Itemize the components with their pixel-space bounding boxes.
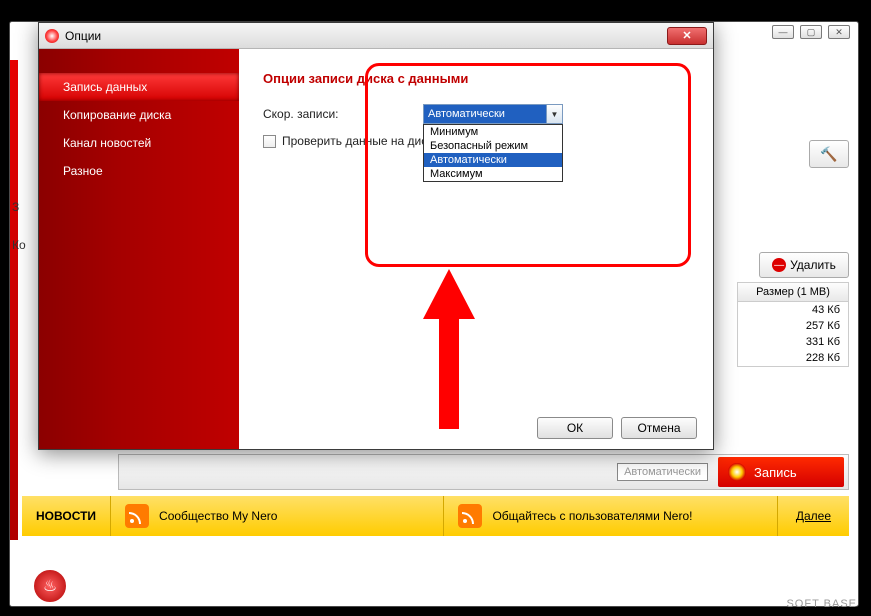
rss-icon xyxy=(458,504,482,528)
cancel-button[interactable]: Отмена xyxy=(621,417,697,439)
delete-button[interactable]: — Удалить xyxy=(759,252,849,278)
dialog-close-button[interactable]: ✕ xyxy=(667,27,707,45)
nav-item-copy-disc[interactable]: Копирование диска xyxy=(39,101,239,129)
speed-label: Скор. записи: xyxy=(263,107,423,121)
news-bar: НОВОСТИ Сообщество My Nero Общайтесь с п… xyxy=(22,496,849,536)
watermark: SOFT BASE xyxy=(786,598,857,610)
app-orb-icon[interactable]: ♨ xyxy=(32,568,68,604)
options-nav: Запись данных Копирование диска Канал но… xyxy=(39,49,239,449)
rss-icon xyxy=(125,504,149,528)
nav-item-news-channel[interactable]: Канал новостей xyxy=(39,129,239,157)
size-cell: 331 Кб xyxy=(738,334,848,350)
burn-button[interactable]: Запись xyxy=(718,457,844,487)
speed-readonly: Автоматически xyxy=(617,463,708,481)
speed-dropdown: Минимум Безопасный режим Автоматически М… xyxy=(423,124,563,182)
dialog-titlebar: Опции ✕ xyxy=(39,23,713,49)
tool-button[interactable]: 🔨 xyxy=(809,140,849,168)
truncated-label-2: Ко xyxy=(12,238,26,252)
news-item-2[interactable]: Общайтесь с пользователями Nero! xyxy=(444,504,776,528)
left-accent-strip xyxy=(10,60,18,540)
section-title: Опции записи диска с данными xyxy=(263,71,689,86)
news-text: Сообщество My Nero xyxy=(159,509,277,523)
maximize-button[interactable]: ▢ xyxy=(800,25,822,39)
burn-label: Запись xyxy=(754,465,797,480)
dropdown-option-auto[interactable]: Автоматически xyxy=(424,153,562,167)
minimize-button[interactable]: — xyxy=(772,25,794,39)
news-text: Общайтесь с пользователями Nero! xyxy=(492,509,692,523)
truncated-label-1: З xyxy=(12,200,19,214)
nav-item-data-burn[interactable]: Запись данных xyxy=(39,73,239,101)
annotation-arrow xyxy=(419,269,479,429)
speed-combobox[interactable]: Автоматически ▼ Минимум Безопасный режим… xyxy=(423,104,563,124)
size-cell: 257 Кб xyxy=(738,318,848,334)
dialog-app-icon xyxy=(45,29,59,43)
flame-icon: ♨ xyxy=(43,576,57,596)
chevron-down-icon[interactable]: ▼ xyxy=(546,105,562,123)
news-more-link[interactable]: Далее xyxy=(778,509,849,523)
burn-icon xyxy=(728,463,746,481)
news-item-1[interactable]: Сообщество My Nero xyxy=(111,504,443,528)
options-dialog: Опции ✕ Запись данных Копирование диска … xyxy=(38,22,714,450)
nav-item-misc[interactable]: Разное xyxy=(39,157,239,185)
delete-label: Удалить xyxy=(790,258,836,272)
remove-icon: — xyxy=(772,258,786,272)
size-header[interactable]: Размер (1 МВ) xyxy=(738,283,848,302)
dropdown-option-safe[interactable]: Безопасный режим xyxy=(424,139,562,153)
dropdown-option-max[interactable]: Максимум xyxy=(424,167,562,181)
hammer-icon: 🔨 xyxy=(820,146,837,163)
size-cell: 43 Кб xyxy=(738,302,848,318)
ok-button[interactable]: ОК xyxy=(537,417,613,439)
dialog-title: Опции xyxy=(65,29,661,43)
verify-label: Проверить данные на диске xyxy=(282,134,439,148)
size-cell: 228 Кб xyxy=(738,350,848,366)
dropdown-option-min[interactable]: Минимум xyxy=(424,125,562,139)
close-button[interactable]: ✕ xyxy=(828,25,850,39)
news-heading: НОВОСТИ xyxy=(22,509,110,523)
verify-checkbox[interactable] xyxy=(263,135,276,148)
size-column: Размер (1 МВ) 43 Кб 257 Кб 331 Кб 228 Кб xyxy=(737,282,849,367)
burn-toolbar: Автоматически Запись xyxy=(118,454,849,490)
speed-value: Автоматически xyxy=(424,105,546,123)
options-content: Опции записи диска с данными Скор. запис… xyxy=(239,49,713,449)
